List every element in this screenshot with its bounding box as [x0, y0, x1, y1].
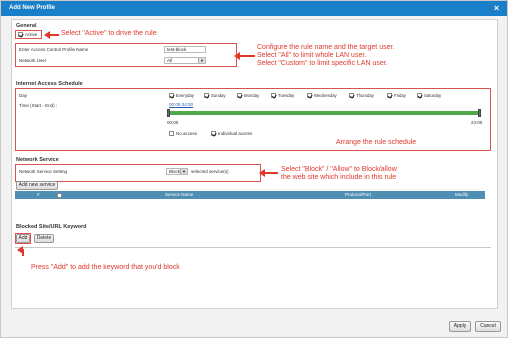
- no-access-label: No access: [176, 131, 198, 136]
- day-checkbox-monday[interactable]: [237, 93, 242, 98]
- apply-button[interactable]: Apply: [449, 321, 471, 332]
- slider-end-handle[interactable]: [478, 109, 481, 117]
- day-thursday: Thursday: [356, 93, 374, 98]
- close-icon[interactable]: ×: [492, 4, 501, 13]
- slider-start-handle[interactable]: [167, 109, 170, 117]
- day-checkbox-sunday[interactable]: [204, 93, 209, 98]
- network-user-select[interactable]: All ▼: [164, 57, 206, 64]
- day-tuesday: Tuesday: [278, 93, 295, 98]
- active-checkbox[interactable]: [18, 32, 23, 37]
- no-access-checkbox[interactable]: [169, 131, 174, 136]
- day-checkbox-tuesday[interactable]: [271, 93, 276, 98]
- config-annotation-1: Configure the rule name and the target u…: [257, 44, 395, 51]
- service-arrow: [259, 169, 278, 177]
- time-range-value: 00:00-24:00: [169, 102, 194, 107]
- col-service-name: Service Name: [165, 192, 194, 197]
- selected-services-label: selected service(s): [191, 169, 229, 174]
- day-checkbox-thursday[interactable]: [349, 93, 354, 98]
- individual-access-checkbox[interactable]: [211, 131, 216, 136]
- delete-keyword-button[interactable]: Delete: [34, 234, 54, 243]
- network-user-value: All: [167, 58, 173, 63]
- day-checkbox-friday[interactable]: [387, 93, 392, 98]
- add-button-highlight: [15, 233, 31, 244]
- col-modify: Modify: [455, 192, 469, 197]
- schedule-slider-track[interactable]: [169, 111, 481, 115]
- blocked-site-section-title: Blocked Site/URL Keyword: [16, 224, 87, 230]
- profile-name-input[interactable]: test-block: [164, 46, 206, 53]
- config-annotation-2: Select "All" to limit whole LAN user.: [257, 52, 367, 59]
- cancel-button[interactable]: Cancel: [475, 321, 501, 332]
- individual-access-label: Individual access: [218, 131, 253, 136]
- day-checkbox-saturday[interactable]: [417, 93, 422, 98]
- network-user-label: Network User: [19, 58, 47, 63]
- schedule-annotation: Arrange the rule schedule: [336, 139, 417, 146]
- active-annotation: Select "Active" to drive the rule: [61, 30, 157, 37]
- col-protocol-port: Protocol/Port: [345, 192, 372, 197]
- keyword-list-divider: [15, 247, 491, 248]
- service-table-header: # Service Name Protocol/Port Modify: [15, 191, 485, 199]
- active-arrow: [44, 31, 59, 39]
- day-saturday: Saturday: [424, 93, 442, 98]
- day-checkbox-everyday[interactable]: [169, 93, 174, 98]
- network-service-section-title: Network Service: [16, 157, 59, 163]
- slider-start-label: 00:00: [167, 120, 179, 125]
- day-checkbox-wednesday[interactable]: [307, 93, 312, 98]
- day-friday: Friday: [394, 93, 406, 98]
- block-allow-select[interactable]: Block ▼: [166, 168, 188, 175]
- active-label: Active: [25, 32, 38, 37]
- add-arrow-up-icon: [17, 246, 24, 256]
- time-label: Time (Start - End) :: [19, 103, 58, 108]
- chevron-down-icon: ▼: [180, 169, 187, 174]
- block-allow-value: Block: [169, 169, 181, 174]
- day-monday: Monday: [244, 93, 260, 98]
- day-everyday: Everyday: [176, 93, 194, 98]
- config-arrow: [234, 52, 255, 60]
- col-index: #: [37, 192, 40, 197]
- day-label: Day: [19, 93, 28, 98]
- add-profile-dialog: Add New Profile × General Active Select …: [0, 0, 508, 338]
- chevron-down-icon: ▼: [198, 58, 205, 63]
- general-section-title: General: [16, 23, 37, 29]
- service-setting-label: Network Service Setting: [19, 169, 68, 174]
- add-annotation: Press "Add" to add the keyword that you'…: [31, 264, 180, 271]
- profile-name-label: Enter Access Control Profile Name: [19, 47, 89, 52]
- day-sunday: Sunday: [211, 93, 226, 98]
- dialog-title: Add New Profile: [9, 5, 56, 11]
- select-all-checkbox[interactable]: [57, 192, 62, 198]
- service-annotation-1: Select "Block" / "Allow" to Block/allow: [281, 166, 397, 173]
- service-annotation-2: the web site which include in this rule: [281, 174, 397, 181]
- add-new-service-button[interactable]: Add new service: [16, 181, 58, 190]
- schedule-section-title: Internet Access Schedule: [16, 81, 83, 87]
- slider-end-label: 24:00: [471, 120, 483, 125]
- config-annotation-3: Select "Custom" to limit specific LAN us…: [257, 60, 388, 67]
- dialog-titlebar: Add New Profile ×: [1, 1, 507, 16]
- day-wednesday: Wednesday: [314, 93, 337, 98]
